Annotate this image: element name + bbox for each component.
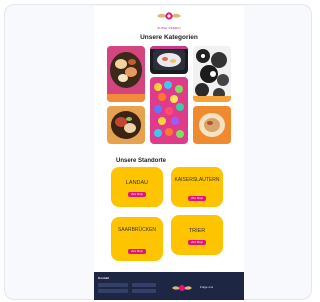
location-card-saarbruecken: SAARBRÜCKEN Zum Shop bbox=[111, 217, 163, 261]
category-tile[interactable] bbox=[107, 106, 145, 144]
footer-info-block bbox=[98, 289, 128, 293]
brand-logo: SUSHI VEREIN bbox=[94, 10, 244, 34]
footer-social-label: Folge uns bbox=[200, 285, 214, 289]
location-card-landau: LANDAU Zum Shop bbox=[111, 167, 163, 207]
shop-button[interactable]: Zum Shop bbox=[128, 192, 146, 197]
logo-text: SUSHI VEREIN bbox=[157, 26, 181, 30]
location-card-kaiserslautern: KAISERSLAUTERN Zum Shop bbox=[171, 167, 223, 207]
location-card-trier: TRIER Zum Shop bbox=[171, 215, 223, 255]
category-tile[interactable] bbox=[150, 46, 188, 74]
shop-button[interactable]: Zum Shop bbox=[128, 249, 146, 254]
shop-button[interactable]: Zum Shop bbox=[188, 196, 206, 201]
location-name: SAARBRÜCKEN bbox=[117, 227, 157, 233]
footer-info-block bbox=[98, 283, 128, 287]
footer-logo-icon bbox=[172, 285, 192, 291]
location-name: LANDAU bbox=[125, 180, 149, 186]
footer-info-block bbox=[132, 283, 156, 287]
location-name: TRIER bbox=[188, 228, 206, 234]
location-name: KAISERSLAUTERN bbox=[174, 177, 220, 183]
footer-info-block bbox=[132, 289, 156, 293]
locations-title: Unsere Standorte bbox=[116, 158, 167, 164]
shop-button[interactable]: Zum Shop bbox=[188, 240, 206, 245]
category-grid bbox=[107, 46, 231, 144]
category-tile[interactable] bbox=[193, 46, 231, 102]
category-tile[interactable] bbox=[150, 77, 188, 144]
footer-label: Kontakt bbox=[98, 276, 110, 280]
email-preview: SUSHI VEREIN Unsere Kategorien Unsere St… bbox=[94, 6, 244, 300]
category-tile[interactable] bbox=[107, 46, 145, 102]
footer: Kontakt Folge uns bbox=[94, 272, 244, 300]
categories-title: Unsere Kategorien bbox=[140, 34, 198, 41]
category-tile[interactable] bbox=[193, 106, 231, 144]
